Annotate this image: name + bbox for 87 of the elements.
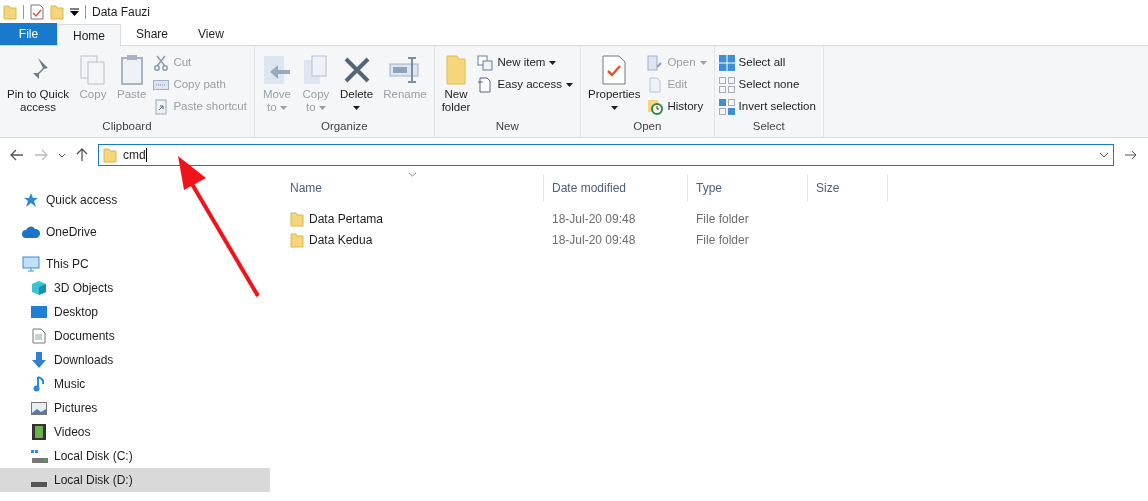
address-field[interactable]: cmd — [98, 144, 1114, 166]
group-label: Select — [751, 118, 786, 134]
open-icon — [647, 54, 664, 71]
monitor-icon — [22, 256, 40, 272]
ribbon-tab[interactable]: View — [183, 23, 239, 45]
star-icon — [23, 192, 39, 208]
ribbon-tab[interactable]: File — [0, 23, 57, 45]
film-icon — [32, 424, 46, 440]
up-icon[interactable] — [76, 148, 88, 162]
drive-icon — [30, 449, 48, 463]
nav-item[interactable]: OneDrive — [0, 220, 105, 244]
column-header[interactable]: Size — [808, 174, 888, 202]
chevron-icon[interactable] — [58, 152, 66, 158]
nav-item[interactable]: Desktop — [0, 300, 107, 324]
properties-icon[interactable] — [30, 4, 44, 20]
back-icon[interactable] — [10, 149, 24, 161]
folder-icon — [3, 4, 17, 20]
nav-item[interactable]: 3D Objects — [0, 276, 122, 300]
go-icon[interactable] — [1124, 149, 1138, 161]
edit-icon — [648, 76, 663, 93]
file-name[interactable]: Data Kedua — [309, 230, 373, 249]
select-none-icon — [718, 76, 735, 93]
cube-icon — [31, 280, 47, 296]
group-label: Organize — [319, 118, 369, 134]
nav-item[interactable]: Quick access — [0, 188, 126, 212]
column-header[interactable]: Date modified — [544, 174, 688, 202]
group-label: Clipboard — [101, 118, 153, 134]
copy-icon — [301, 54, 330, 86]
ribbon-button[interactable]: Easy access — [477, 74, 576, 95]
cloud-icon — [22, 226, 40, 238]
desktop-icon — [31, 305, 47, 319]
nav-item[interactable]: This PC — [0, 252, 97, 276]
group-label: New — [494, 118, 520, 134]
nav-item[interactable]: Pictures — [0, 396, 106, 420]
clipboard-icon — [119, 54, 144, 86]
folder-icon — [444, 54, 469, 86]
chevron-icon[interactable] — [1099, 152, 1109, 158]
nav-item[interactable]: Downloads — [0, 348, 122, 372]
image-icon — [31, 401, 47, 415]
ribbon-button[interactable]: New item — [477, 52, 576, 73]
shortcut-icon — [155, 98, 168, 115]
nav-item[interactable]: Videos — [0, 420, 99, 444]
nav-item[interactable]: Music — [0, 372, 94, 396]
ribbon-button[interactable]: Pin to Quick access — [4, 50, 72, 114]
history-icon — [647, 98, 664, 115]
move-icon — [261, 54, 292, 86]
column-header[interactable]: Type — [688, 174, 808, 202]
properties-icon — [601, 54, 628, 86]
scissors-icon — [154, 54, 169, 71]
folder-icon — [290, 231, 304, 248]
ribbon-tab[interactable]: Home — [57, 24, 121, 46]
window-title: Data Fauzi — [92, 4, 151, 21]
group-label: Open — [632, 118, 663, 134]
table-cell: File folder — [696, 232, 749, 247]
table-cell: 18-Jul-20 09:48 — [552, 211, 636, 226]
nav-item[interactable]: Local Disk (C:) — [0, 444, 141, 468]
ribbon-button[interactable]: Properties — [585, 50, 644, 114]
select-all-icon — [718, 54, 735, 71]
invert-selection-icon — [718, 98, 735, 115]
drive-icon — [31, 481, 47, 487]
address-text: cmd — [123, 147, 146, 164]
nav-item[interactable]: Local Disk (D:) — [0, 468, 270, 492]
ribbon-button[interactable]: New folder — [438, 50, 474, 114]
dropdown-icon[interactable] — [70, 8, 79, 16]
copy-icon — [79, 54, 107, 86]
document-icon — [32, 328, 46, 344]
rename-icon — [387, 56, 422, 84]
path-icon — [153, 79, 170, 90]
folder-icon — [290, 210, 304, 227]
download-icon — [31, 352, 47, 368]
column-header[interactable]: Name — [282, 174, 544, 202]
folder-icon — [103, 147, 117, 163]
table-cell: File folder — [696, 211, 749, 226]
ribbon-button[interactable]: Invert selection — [718, 96, 819, 117]
document-icon — [478, 76, 493, 93]
music-note-icon — [33, 376, 45, 392]
table-cell: 18-Jul-20 09:48 — [552, 232, 636, 247]
file-name[interactable]: Data Pertama — [309, 209, 384, 228]
ribbon-button[interactable]: Delete — [336, 50, 377, 114]
ribbon-button[interactable]: History — [647, 96, 710, 117]
sort-caret-icon — [408, 172, 417, 177]
delete-icon — [342, 56, 371, 84]
nav-item[interactable]: Documents — [0, 324, 123, 348]
ribbon-tab[interactable]: Share — [121, 23, 184, 45]
ribbon-button[interactable]: Select none — [718, 74, 819, 95]
ribbon-button[interactable]: Select all — [718, 52, 819, 73]
new-item-icon — [477, 54, 494, 71]
